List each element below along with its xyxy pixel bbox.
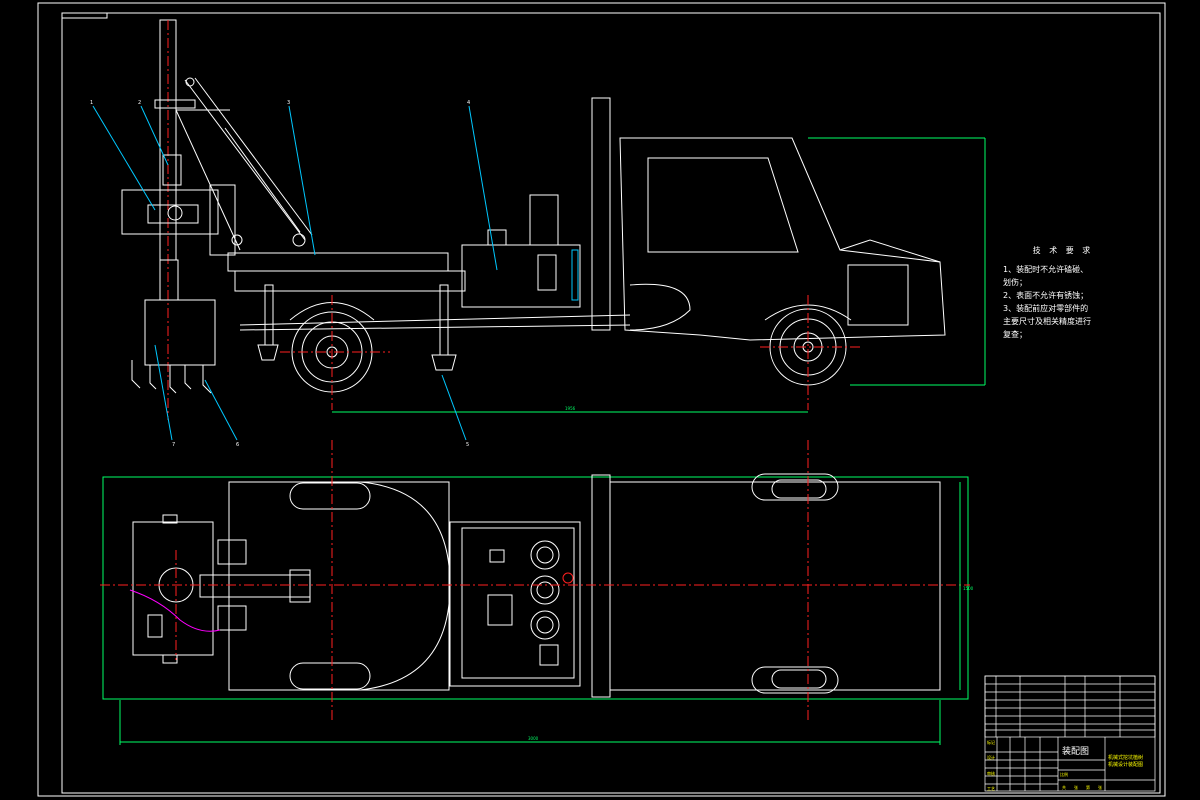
drawing-subtitle-line: 机械式挖坑植树: [1108, 755, 1144, 761]
balloon-6: 6: [236, 442, 239, 448]
note-line: 主要尺寸及相关精度进行: [1003, 317, 1091, 326]
auger-head-plan: [129, 514, 311, 664]
tb-row-label: 标记: [987, 740, 995, 745]
assembly-drawing-canvas: 1 2 3 4 5 6 7 1956 3000 1500: [37, 2, 1166, 797]
wheelbase-dimension: [332, 137, 986, 413]
drawing-subtitle: 机械式挖坑植树 机械设计装配图: [1108, 755, 1154, 769]
overall-width-dimension: 1500: [963, 586, 974, 591]
balloon-3: 3: [287, 100, 290, 106]
balloon-2: 2: [138, 100, 141, 106]
tb-row-label: 设计: [987, 755, 995, 760]
wheelbase-dimension-value: 1956: [565, 406, 576, 411]
balloon-labels: 1 2 3 4 5 6 7: [90, 100, 470, 448]
cab-post: [591, 97, 611, 331]
tb-scale-label: 比例: [1060, 772, 1068, 777]
note-line: 划伤；: [1003, 278, 1027, 287]
balloon-7: 7: [172, 442, 175, 448]
cab-plan: [609, 473, 941, 694]
hydraulic-cylinder: [184, 77, 313, 247]
overall-length-dimension: 3000: [528, 736, 539, 741]
elevation-view: [92, 19, 986, 441]
rear-bed-plan: [228, 481, 451, 691]
gearbox: [121, 189, 219, 235]
balloon-1: 1: [90, 100, 93, 106]
tb-row-label: 审核: [987, 771, 995, 776]
balloon-5: 5: [466, 442, 469, 448]
note-line: 1、装配时不允许磕碰、: [1003, 265, 1089, 274]
truck-bed: [227, 252, 449, 272]
drawing-name: 装配图: [1062, 747, 1090, 757]
tb-footer: 张: [1098, 785, 1102, 790]
hydraulic-tank: [461, 194, 581, 308]
note-line: 2、表面不允许有锈蚀；: [1003, 291, 1089, 300]
balloon-4: 4: [467, 100, 470, 106]
tb-footer: 共: [1062, 785, 1066, 790]
tb-footer: 第: [1086, 785, 1090, 790]
auger-drill-head: [131, 259, 216, 394]
note-line: 复查；: [1003, 330, 1027, 339]
plan-view: [100, 440, 970, 745]
technical-requirements-title: 技 术 要 求: [1032, 246, 1094, 255]
tb-footer: 张: [1074, 785, 1078, 790]
drawing-subtitle-line: 机械设计装配图: [1108, 762, 1144, 768]
leader-lines: [92, 105, 498, 441]
truck-cab: [619, 137, 946, 341]
title-block: [984, 675, 1156, 792]
hydraulic-station-plan: [449, 521, 581, 687]
note-line: 3、装配前应对零部件的: [1003, 304, 1089, 313]
tb-row-label: 工艺: [987, 786, 995, 791]
technical-requirements: 技 术 要 求 1、装配时不允许磕碰、 划伤； 2、表面不允许有锈蚀； 3、装配…: [1003, 244, 1123, 341]
